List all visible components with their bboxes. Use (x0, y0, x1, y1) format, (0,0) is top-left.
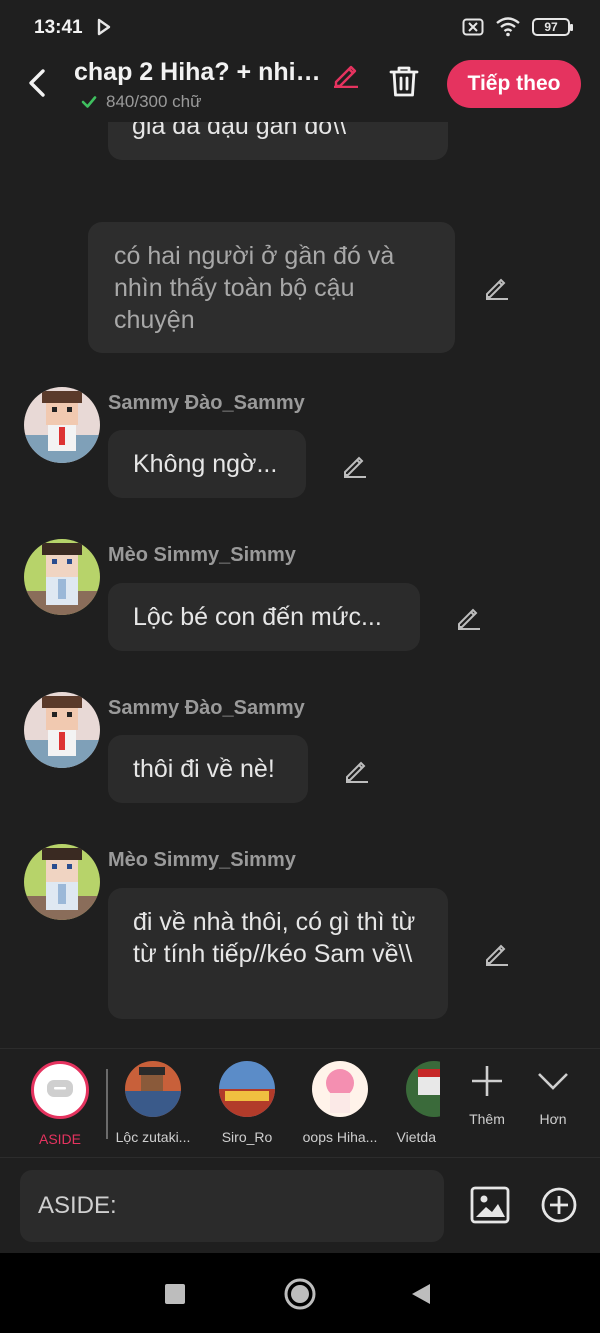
chat-area[interactable]: giả đã dậu gần đó\\ có hai người ở gần đ… (0, 122, 600, 1048)
character-label: oops Hiha... (302, 1129, 378, 1145)
edit-message-icon[interactable] (484, 940, 510, 966)
status-bar: 13:41 97 (0, 0, 600, 58)
image-icon[interactable] (470, 1186, 510, 1224)
sim-off-icon (462, 18, 484, 36)
message-bubble[interactable]: Lộc bé con đến mức... (108, 583, 420, 651)
avatar-sammy[interactable] (24, 387, 100, 463)
input-placeholder: ASIDE: (38, 1192, 117, 1219)
character-vietda[interactable]: Vietda (390, 1061, 440, 1145)
message-bubble[interactable]: Không ngờ... (108, 430, 306, 498)
chevron-down-icon (538, 1073, 568, 1090)
character-oops[interactable]: oops Hiha... (297, 1061, 383, 1145)
word-count-text: 840/300 chữ (106, 92, 202, 111)
edit-title-icon[interactable] (332, 60, 360, 88)
avatar-simmy[interactable] (24, 539, 100, 615)
message-bubble[interactable]: có hai người ở gần đó và nhìn thấy toàn … (88, 222, 455, 353)
avatar-simmy[interactable] (24, 844, 100, 920)
message-text: Không ngờ... (133, 450, 278, 478)
chapter-title[interactable]: chap 2 Hiha? + nhiệ... (74, 58, 328, 87)
trash-icon[interactable] (388, 64, 420, 98)
system-nav-bar (0, 1253, 600, 1333)
media-play-icon (97, 18, 111, 36)
more-label: Hơn (539, 1111, 567, 1127)
more-button[interactable]: Hơn (510, 1063, 596, 1127)
edit-message-icon[interactable] (484, 274, 510, 300)
character-avatar (219, 1061, 275, 1117)
message-bubble[interactable]: đi về nhà thôi, có gì thì từ từ tính tiế… (108, 888, 448, 1019)
battery-indicator: 97 (532, 18, 573, 36)
input-row: ASIDE: (0, 1157, 600, 1253)
wifi-icon (496, 17, 520, 37)
back-button[interactable] (410, 1282, 432, 1306)
avatar-image (24, 844, 100, 920)
battery-level: 97 (544, 20, 558, 34)
edit-message-icon[interactable] (344, 757, 370, 783)
word-count: 840/300 chữ (80, 92, 202, 112)
character-selector: ASIDE Lộc zutaki... Siro_Ro oops Hiha...… (0, 1048, 600, 1156)
aside-avatar (31, 1061, 89, 1119)
character-aside[interactable]: ASIDE (17, 1061, 103, 1147)
character-avatar (312, 1061, 368, 1117)
character-label: Siro_Ro (221, 1129, 273, 1145)
character-label: Vietda (396, 1129, 436, 1145)
avatar-image (24, 387, 100, 463)
chat-bubble-icon (47, 1080, 73, 1097)
message-input[interactable]: ASIDE: (20, 1170, 444, 1242)
message-text: Lộc bé con đến mức... (133, 603, 382, 631)
avatar-image (24, 539, 100, 615)
next-button[interactable]: Tiếp theo (447, 60, 581, 108)
character-avatar (406, 1061, 440, 1117)
edit-message-icon[interactable] (456, 604, 482, 630)
check-icon (81, 96, 97, 108)
plus-icon (472, 1066, 502, 1096)
home-button[interactable] (283, 1277, 317, 1311)
message-text: thôi đi về nè! (133, 755, 275, 783)
edit-message-icon[interactable] (342, 452, 368, 478)
back-arrow-icon[interactable] (26, 68, 48, 98)
app-header: chap 2 Hiha? + nhiệ... 840/300 chữ Tiếp … (0, 58, 600, 122)
character-name: Mèo Simmy_Simmy (108, 849, 296, 871)
character-label: ASIDE (38, 1131, 81, 1147)
status-time: 13:41 (34, 17, 83, 38)
character-loc[interactable]: Lộc zutaki... (110, 1061, 196, 1145)
character-siro[interactable]: Siro_Ro (204, 1061, 290, 1145)
message-text: giả đã dậu gần đó\\ (132, 122, 347, 140)
message-bubble[interactable]: giả đã dậu gần đó\\ (108, 122, 448, 160)
avatar-sammy[interactable] (24, 692, 100, 768)
add-circle-icon[interactable] (540, 1186, 578, 1224)
character-name: Mèo Simmy_Simmy (108, 544, 296, 566)
divider (106, 1069, 108, 1139)
message-text: có hai người ở gần đó và nhìn thấy toàn … (114, 242, 395, 334)
message-text: đi về nhà thôi, có gì thì từ từ tính tiế… (133, 908, 416, 968)
recents-button[interactable] (165, 1284, 185, 1304)
message-bubble[interactable]: thôi đi về nè! (108, 735, 308, 803)
character-label: Lộc zutaki... (115, 1129, 191, 1145)
character-name: Sammy Đào_Sammy (108, 697, 305, 719)
character-avatar (125, 1061, 181, 1117)
avatar-image (24, 692, 100, 768)
character-name: Sammy Đào_Sammy (108, 392, 305, 414)
